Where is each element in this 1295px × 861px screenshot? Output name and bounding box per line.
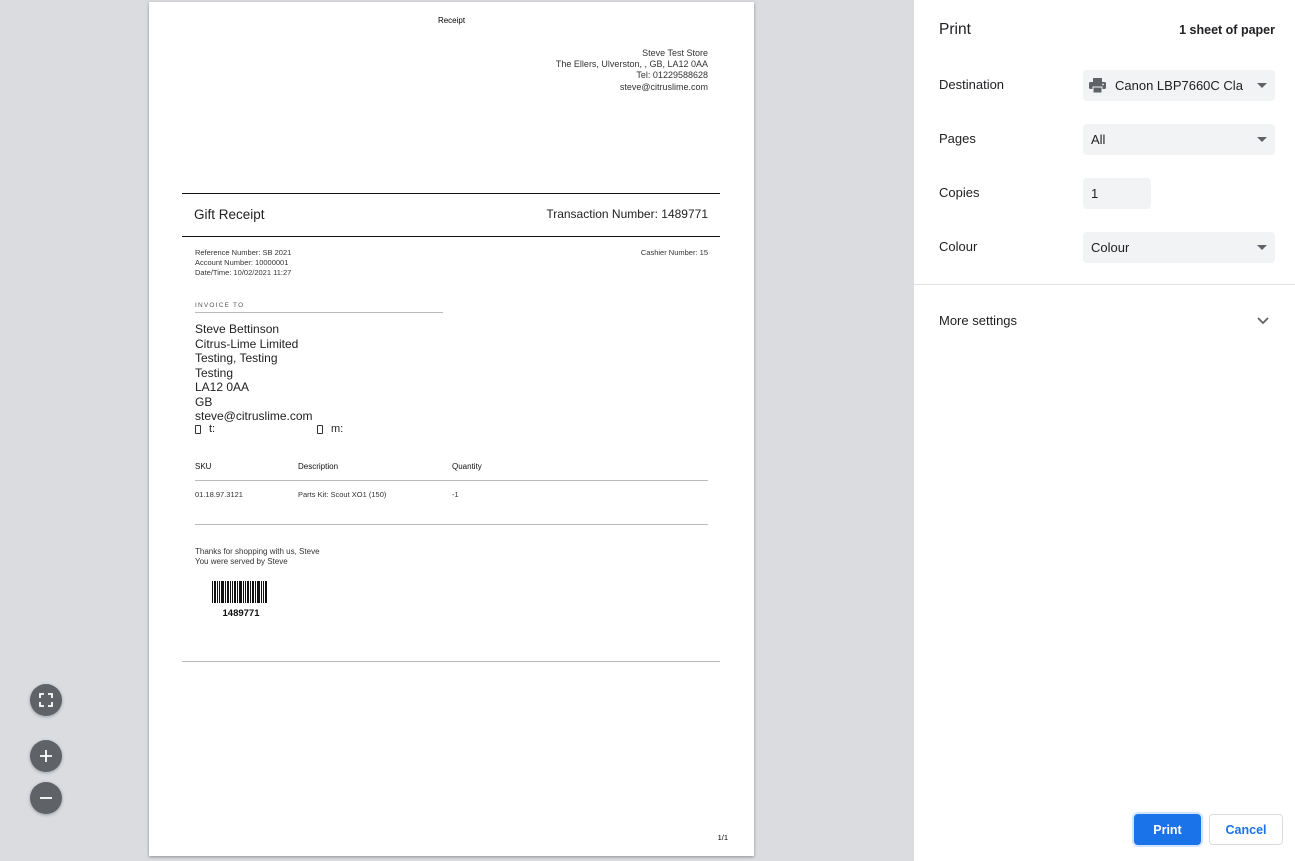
barcode bbox=[212, 581, 267, 603]
colour-select[interactable]: Colour bbox=[1083, 232, 1275, 263]
page-number: 1/1 bbox=[717, 833, 728, 842]
more-settings-toggle[interactable]: More settings bbox=[914, 306, 1295, 336]
store-address: The Ellers, Ulverston, , GB, LA12 0AA bbox=[555, 59, 708, 70]
destination-select[interactable]: Canon LBP7660C Class bbox=[1083, 70, 1275, 101]
zoom-in-button[interactable] bbox=[30, 740, 62, 772]
invoice-to-heading: INVOICE TO bbox=[195, 302, 443, 313]
header-sku: SKU bbox=[195, 462, 212, 471]
destination-value: Canon LBP7660C Class bbox=[1115, 78, 1243, 93]
cell-quantity: -1 bbox=[452, 490, 459, 499]
phone-row: t: m: bbox=[195, 423, 395, 437]
store-email: steve@citruslime.com bbox=[619, 81, 708, 92]
account-number: Account Number: 10000001 bbox=[195, 258, 289, 267]
more-settings-label: More settings bbox=[939, 313, 1018, 328]
print-button[interactable]: Print bbox=[1134, 814, 1201, 845]
print-settings-sidebar: Print 1 sheet of paper Destination Canon… bbox=[914, 0, 1295, 861]
transaction-value: 1489771 bbox=[661, 207, 708, 221]
telephone-label: t: bbox=[209, 423, 216, 435]
fit-to-page-button[interactable] bbox=[30, 684, 62, 716]
zoom-out-button[interactable] bbox=[30, 782, 62, 814]
plus-icon bbox=[40, 750, 52, 762]
transaction-label: Transaction Number: bbox=[546, 207, 658, 221]
pages-label: Pages bbox=[939, 131, 976, 146]
store-name: Steve Test Store bbox=[642, 48, 708, 58]
thank-you-message: Thanks for shopping with us, Steve You w… bbox=[195, 547, 320, 567]
receipt-meta: Reference Number: SB 2021 Account Number… bbox=[195, 248, 291, 278]
address-line: Testing bbox=[195, 365, 234, 380]
page-header-title: Receipt bbox=[437, 16, 466, 25]
chevron-down-icon bbox=[1257, 83, 1267, 88]
cell-description: Parts Kit: Scout XO1 (150) bbox=[298, 490, 387, 499]
table-row: 01.18.97.3121 Parts Kit: Scout XO1 (150)… bbox=[195, 490, 708, 525]
minus-icon bbox=[40, 797, 52, 799]
mobile-icon bbox=[317, 424, 323, 434]
reference-number: Reference Number: SB 2021 bbox=[195, 248, 292, 257]
served-by-line: You were served by Steve bbox=[195, 557, 288, 566]
copies-label: Copies bbox=[939, 185, 980, 200]
printer-icon bbox=[1089, 78, 1106, 93]
gift-receipt-title: Gift Receipt bbox=[194, 207, 265, 222]
barcode-number: 1489771 bbox=[222, 608, 260, 619]
header-quantity: Quantity bbox=[452, 462, 482, 471]
bottom-divider bbox=[182, 661, 720, 662]
address-line: Testing, Testing bbox=[195, 351, 278, 365]
pages-select[interactable]: All bbox=[1083, 124, 1275, 155]
store-tel: Tel: 01229588628 bbox=[636, 70, 708, 81]
items-table-header: SKU Description Quantity bbox=[195, 462, 708, 481]
phone-icon bbox=[195, 424, 201, 434]
address-line: LA12 0AA bbox=[195, 380, 250, 394]
fullscreen-icon bbox=[39, 693, 53, 707]
chevron-down-icon bbox=[1257, 317, 1269, 325]
header-description: Description bbox=[298, 462, 339, 471]
date-time: Date/Time: 10/02/2021 11:27 bbox=[195, 268, 292, 277]
print-title: Print bbox=[939, 21, 971, 38]
receipt-title-band: Gift Receipt Transaction Number: 1489771 bbox=[182, 193, 720, 237]
print-preview-area: Receipt Steve Test Store The Ellers, Ulv… bbox=[0, 0, 914, 861]
pages-value: All bbox=[1091, 132, 1106, 147]
chevron-down-icon bbox=[1257, 137, 1267, 142]
destination-label: Destination bbox=[939, 77, 1005, 92]
address-line: Citrus-Lime Limited bbox=[195, 336, 299, 351]
colour-value: Colour bbox=[1091, 240, 1130, 255]
colour-label: Colour bbox=[939, 239, 978, 254]
mobile-label: m: bbox=[331, 423, 344, 435]
cell-sku: 01.18.97.3121 bbox=[195, 490, 243, 499]
telephone: t: bbox=[195, 423, 215, 435]
settings-divider bbox=[914, 284, 1295, 285]
cashier-number: Cashier Number: 15 bbox=[640, 248, 708, 257]
address-line: GB bbox=[195, 394, 213, 409]
sheet-count: 1 sheet of paper bbox=[1179, 23, 1275, 37]
transaction-number: Transaction Number: 1489771 bbox=[546, 207, 708, 221]
preview-page: Receipt Steve Test Store The Ellers, Ulv… bbox=[149, 2, 754, 856]
thanks-line: Thanks for shopping with us, Steve bbox=[195, 547, 320, 556]
mobile: m: bbox=[317, 423, 343, 435]
copies-input[interactable] bbox=[1083, 178, 1151, 209]
invoice-address: Steve Bettinson Citrus-Lime Limited Test… bbox=[195, 322, 313, 424]
cancel-button[interactable]: Cancel bbox=[1209, 814, 1283, 845]
store-info: Steve Test Store The Ellers, Ulverston, … bbox=[556, 48, 708, 93]
address-line: steve@citruslime.com bbox=[195, 409, 313, 423]
address-line: Steve Bettinson bbox=[195, 322, 280, 336]
chevron-down-icon bbox=[1257, 245, 1267, 250]
